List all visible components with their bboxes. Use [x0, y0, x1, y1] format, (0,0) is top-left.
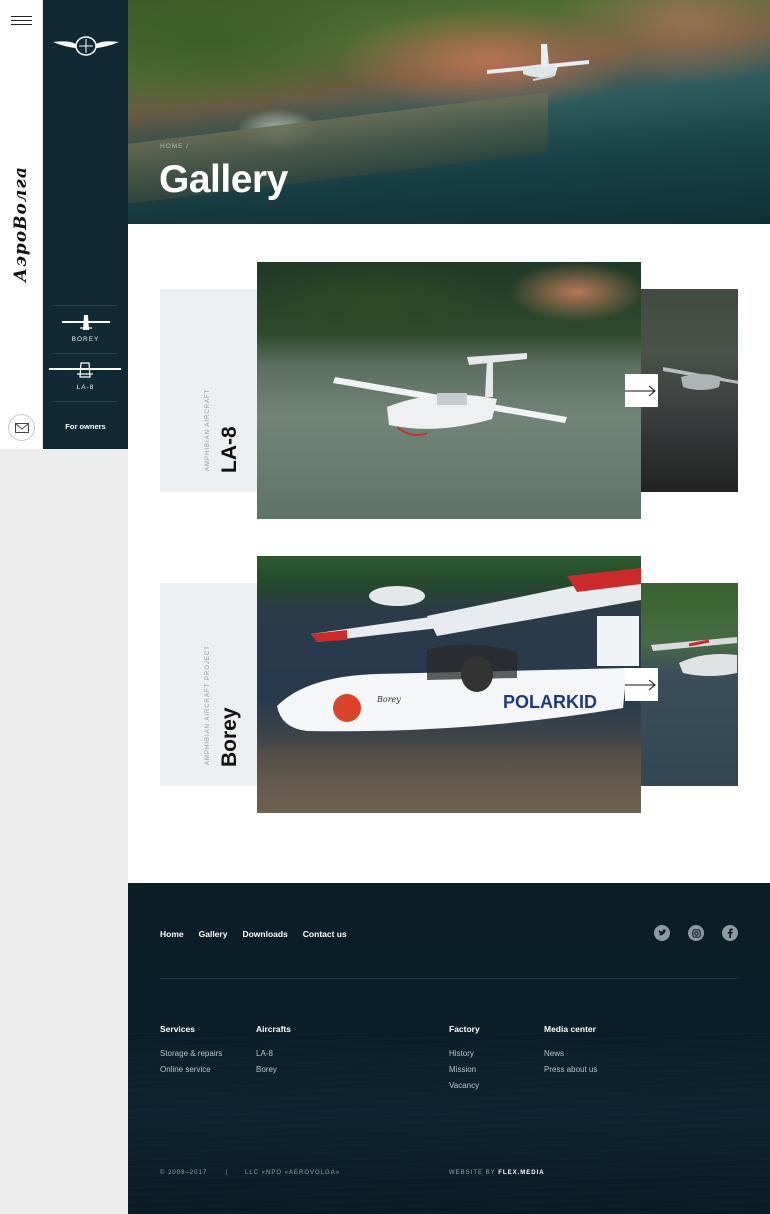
aircraft-panel: BOREY LA-8 For owners	[43, 0, 128, 449]
footer-col-heading: Media center	[544, 1024, 596, 1034]
facebook-icon[interactable]	[722, 925, 738, 941]
card-subtitle: AMPHIBIAN AIRCRAFT	[205, 388, 211, 471]
footer-nav-contact[interactable]: Contact us	[303, 929, 347, 939]
footer-col-factory: Factory History Mission Vacancy	[449, 1024, 480, 1094]
credit-prefix: WEBSITE BY	[449, 1170, 496, 1176]
for-owners-link[interactable]: For owners	[54, 401, 117, 431]
footer-link[interactable]: News	[544, 1046, 597, 1062]
site-footer: Home Gallery Downloads Contact us Servic…	[128, 883, 770, 1214]
arrow-right-icon	[625, 679, 656, 690]
instagram-icon[interactable]	[688, 925, 704, 941]
footer-link[interactable]: Online service	[160, 1062, 222, 1078]
la-8-photo[interactable]	[257, 262, 641, 519]
preview-aircraft-image	[651, 637, 737, 676]
card-subtitle: AMPHIBIAN AIRCRAFT PROJECT	[205, 645, 211, 765]
brand-logo-text: АэроВолга	[11, 166, 32, 282]
footer-nav-home[interactable]: Home	[160, 929, 184, 939]
svg-text:Borey: Borey	[376, 695, 401, 704]
footer-link[interactable]: Press about us	[544, 1062, 597, 1078]
footer-col-aircrafts: Aircrafts LA-8 Borey	[256, 1024, 291, 1078]
panel-item-borey[interactable]: BOREY	[54, 305, 117, 353]
card-title: LA-8	[218, 426, 241, 473]
borey-plane-icon	[61, 315, 110, 330]
panel-item-label: LA-8	[76, 384, 95, 391]
footer-col-heading: Factory	[449, 1024, 480, 1034]
footer-nav-gallery[interactable]: Gallery	[199, 929, 228, 939]
left-rail: АэроВолга	[0, 0, 43, 449]
footer-nav: Home Gallery Downloads Contact us	[160, 929, 347, 939]
la-8-aircraft-image	[333, 353, 567, 436]
la-8-plane-icon	[49, 362, 121, 378]
footer-col-media: Media center News Press about us	[544, 1024, 597, 1078]
card-tag: AMPHIBIAN AIRCRAFT PROJECT Borey	[160, 583, 257, 786]
winged-emblem-icon[interactable]	[51, 30, 121, 62]
footer-link[interactable]: Mission	[449, 1062, 480, 1078]
site-credit: WEBSITE BY FLEX.MEDIA	[449, 1170, 545, 1176]
gallery-main: AMPHIBIAN AIRCRAFT LA-8 AMPHIBIAN AIRCRA…	[128, 224, 770, 883]
footer-separator: |	[226, 1170, 229, 1176]
panel-item-la-8[interactable]: LA-8	[49, 353, 121, 401]
preview-aircraft-image	[663, 367, 738, 390]
twitter-icon[interactable]	[654, 925, 670, 941]
footer-divider	[160, 978, 738, 979]
card-title: Borey	[218, 707, 241, 767]
mail-icon[interactable]	[8, 414, 35, 441]
panel-item-label: BOREY	[71, 336, 100, 343]
footer-col-services: Services Storage & repairs Online servic…	[160, 1024, 222, 1078]
svg-text:POLARKID: POLARKID	[503, 692, 597, 712]
footer-link[interactable]: Storage & repairs	[160, 1046, 222, 1062]
credit-link[interactable]: FLEX.MEDIA	[498, 1170, 544, 1176]
footer-nav-downloads[interactable]: Downloads	[242, 929, 287, 939]
footer-link[interactable]: Borey	[256, 1062, 291, 1078]
footer-link[interactable]: Vacancy	[449, 1078, 480, 1094]
footer-link[interactable]: LA-8	[256, 1046, 291, 1062]
hero-banner: HOME / Gallery	[128, 0, 770, 224]
page-title: Gallery	[159, 158, 288, 201]
gallery-card-la-8[interactable]: AMPHIBIAN AIRCRAFT LA-8	[160, 262, 738, 519]
menu-icon[interactable]	[11, 16, 32, 26]
next-arrow-button[interactable]	[625, 668, 658, 701]
footer-col-heading: Services	[160, 1024, 195, 1034]
borey-photo[interactable]: POLARKID Borey	[257, 556, 641, 813]
footer-col-heading: Aircrafts	[256, 1024, 291, 1034]
arrow-right-icon	[625, 385, 656, 396]
card-tag: AMPHIBIAN AIRCRAFT LA-8	[160, 289, 257, 492]
gallery-card-borey[interactable]: AMPHIBIAN AIRCRAFT PROJECT Borey POLARKI…	[160, 556, 738, 813]
footer-link[interactable]: History	[449, 1046, 480, 1062]
next-arrow-button[interactable]	[625, 374, 658, 407]
company-name: LLC «NPO «AEROVOLGA»	[245, 1170, 341, 1176]
borey-aircraft-image: POLARKID Borey	[277, 568, 641, 732]
breadcrumb[interactable]: HOME /	[160, 143, 189, 150]
brand-logo[interactable]: АэроВолга	[8, 156, 34, 292]
copyright-text: © 2008–2017	[160, 1170, 208, 1176]
